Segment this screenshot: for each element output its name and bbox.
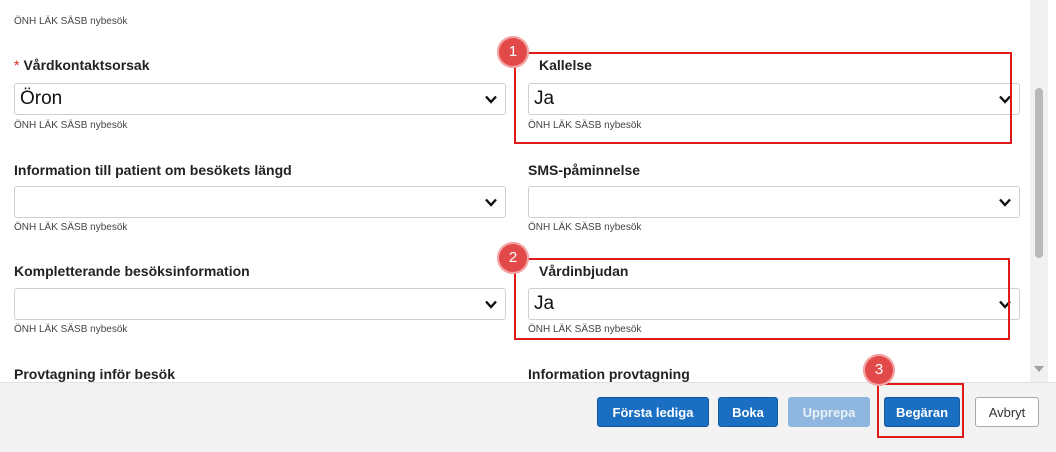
kompletterande-label: Kompletterande besöksinformation <box>14 263 250 279</box>
scrollbar-thumb[interactable] <box>1035 88 1043 258</box>
annotation-badge-2: 2 <box>497 242 529 274</box>
sms-paminnelse-hint: ÖNH LÄK SÄSB nybesök <box>528 222 642 233</box>
besokets-langd-hint: ÖNH LÄK SÄSB nybesök <box>14 222 128 233</box>
boka-button[interactable]: Boka <box>718 397 778 427</box>
vertical-scrollbar[interactable] <box>1030 0 1048 382</box>
vardkontaktsorsak-hint: ÖNH LÄK SÄSB nybesök <box>14 120 128 131</box>
required-marker: * <box>14 57 20 73</box>
vardkontaktsorsak-label-text: Vårdkontaktsorsak <box>23 57 150 73</box>
forsta-lediga-button[interactable]: Första lediga <box>597 397 709 427</box>
scroll-down-arrow-icon[interactable] <box>1034 366 1044 372</box>
provtagning-label: Provtagning inför besök <box>14 366 176 382</box>
chevron-down-icon <box>485 198 497 207</box>
highlight-box-begaran <box>877 383 964 438</box>
besokets-langd-label: Information till patient om besökets län… <box>14 162 292 178</box>
annotation-badge-3: 3 <box>863 354 895 386</box>
sms-paminnelse-select[interactable] <box>528 186 1020 218</box>
kompletterande-hint: ÖNH LÄK SÄSB nybesök <box>14 324 128 335</box>
vardkontaktsorsak-label: * Vårdkontaktsorsak <box>14 57 150 73</box>
sms-paminnelse-label: SMS-påminnelse <box>528 162 641 178</box>
chevron-down-icon <box>999 198 1011 207</box>
visit-form: ÖNH LÄK SÄSB nybesök * Vårdkontaktsorsak … <box>0 0 1030 382</box>
avbryt-button[interactable]: Avbryt <box>975 397 1039 427</box>
information-provtagning-label: Information provtagning <box>528 366 690 382</box>
besokets-langd-select[interactable] <box>14 186 506 218</box>
highlight-box-kallelse <box>514 52 1012 144</box>
vardkontaktsorsak-value: Öron <box>20 88 63 109</box>
highlight-box-vardinbjudan <box>514 258 1010 340</box>
annotation-badge-1: 1 <box>497 36 529 68</box>
footer-toolbar: Första lediga Boka Upprepa Begäran Avbry… <box>0 382 1056 452</box>
top-hint: ÖNH LÄK SÄSB nybesök <box>14 16 128 27</box>
chevron-down-icon <box>485 300 497 309</box>
upprepa-button[interactable]: Upprepa <box>788 397 870 427</box>
kompletterande-select[interactable] <box>14 288 506 320</box>
chevron-down-icon <box>485 95 497 104</box>
vardkontaktsorsak-select[interactable]: Öron <box>14 83 506 115</box>
